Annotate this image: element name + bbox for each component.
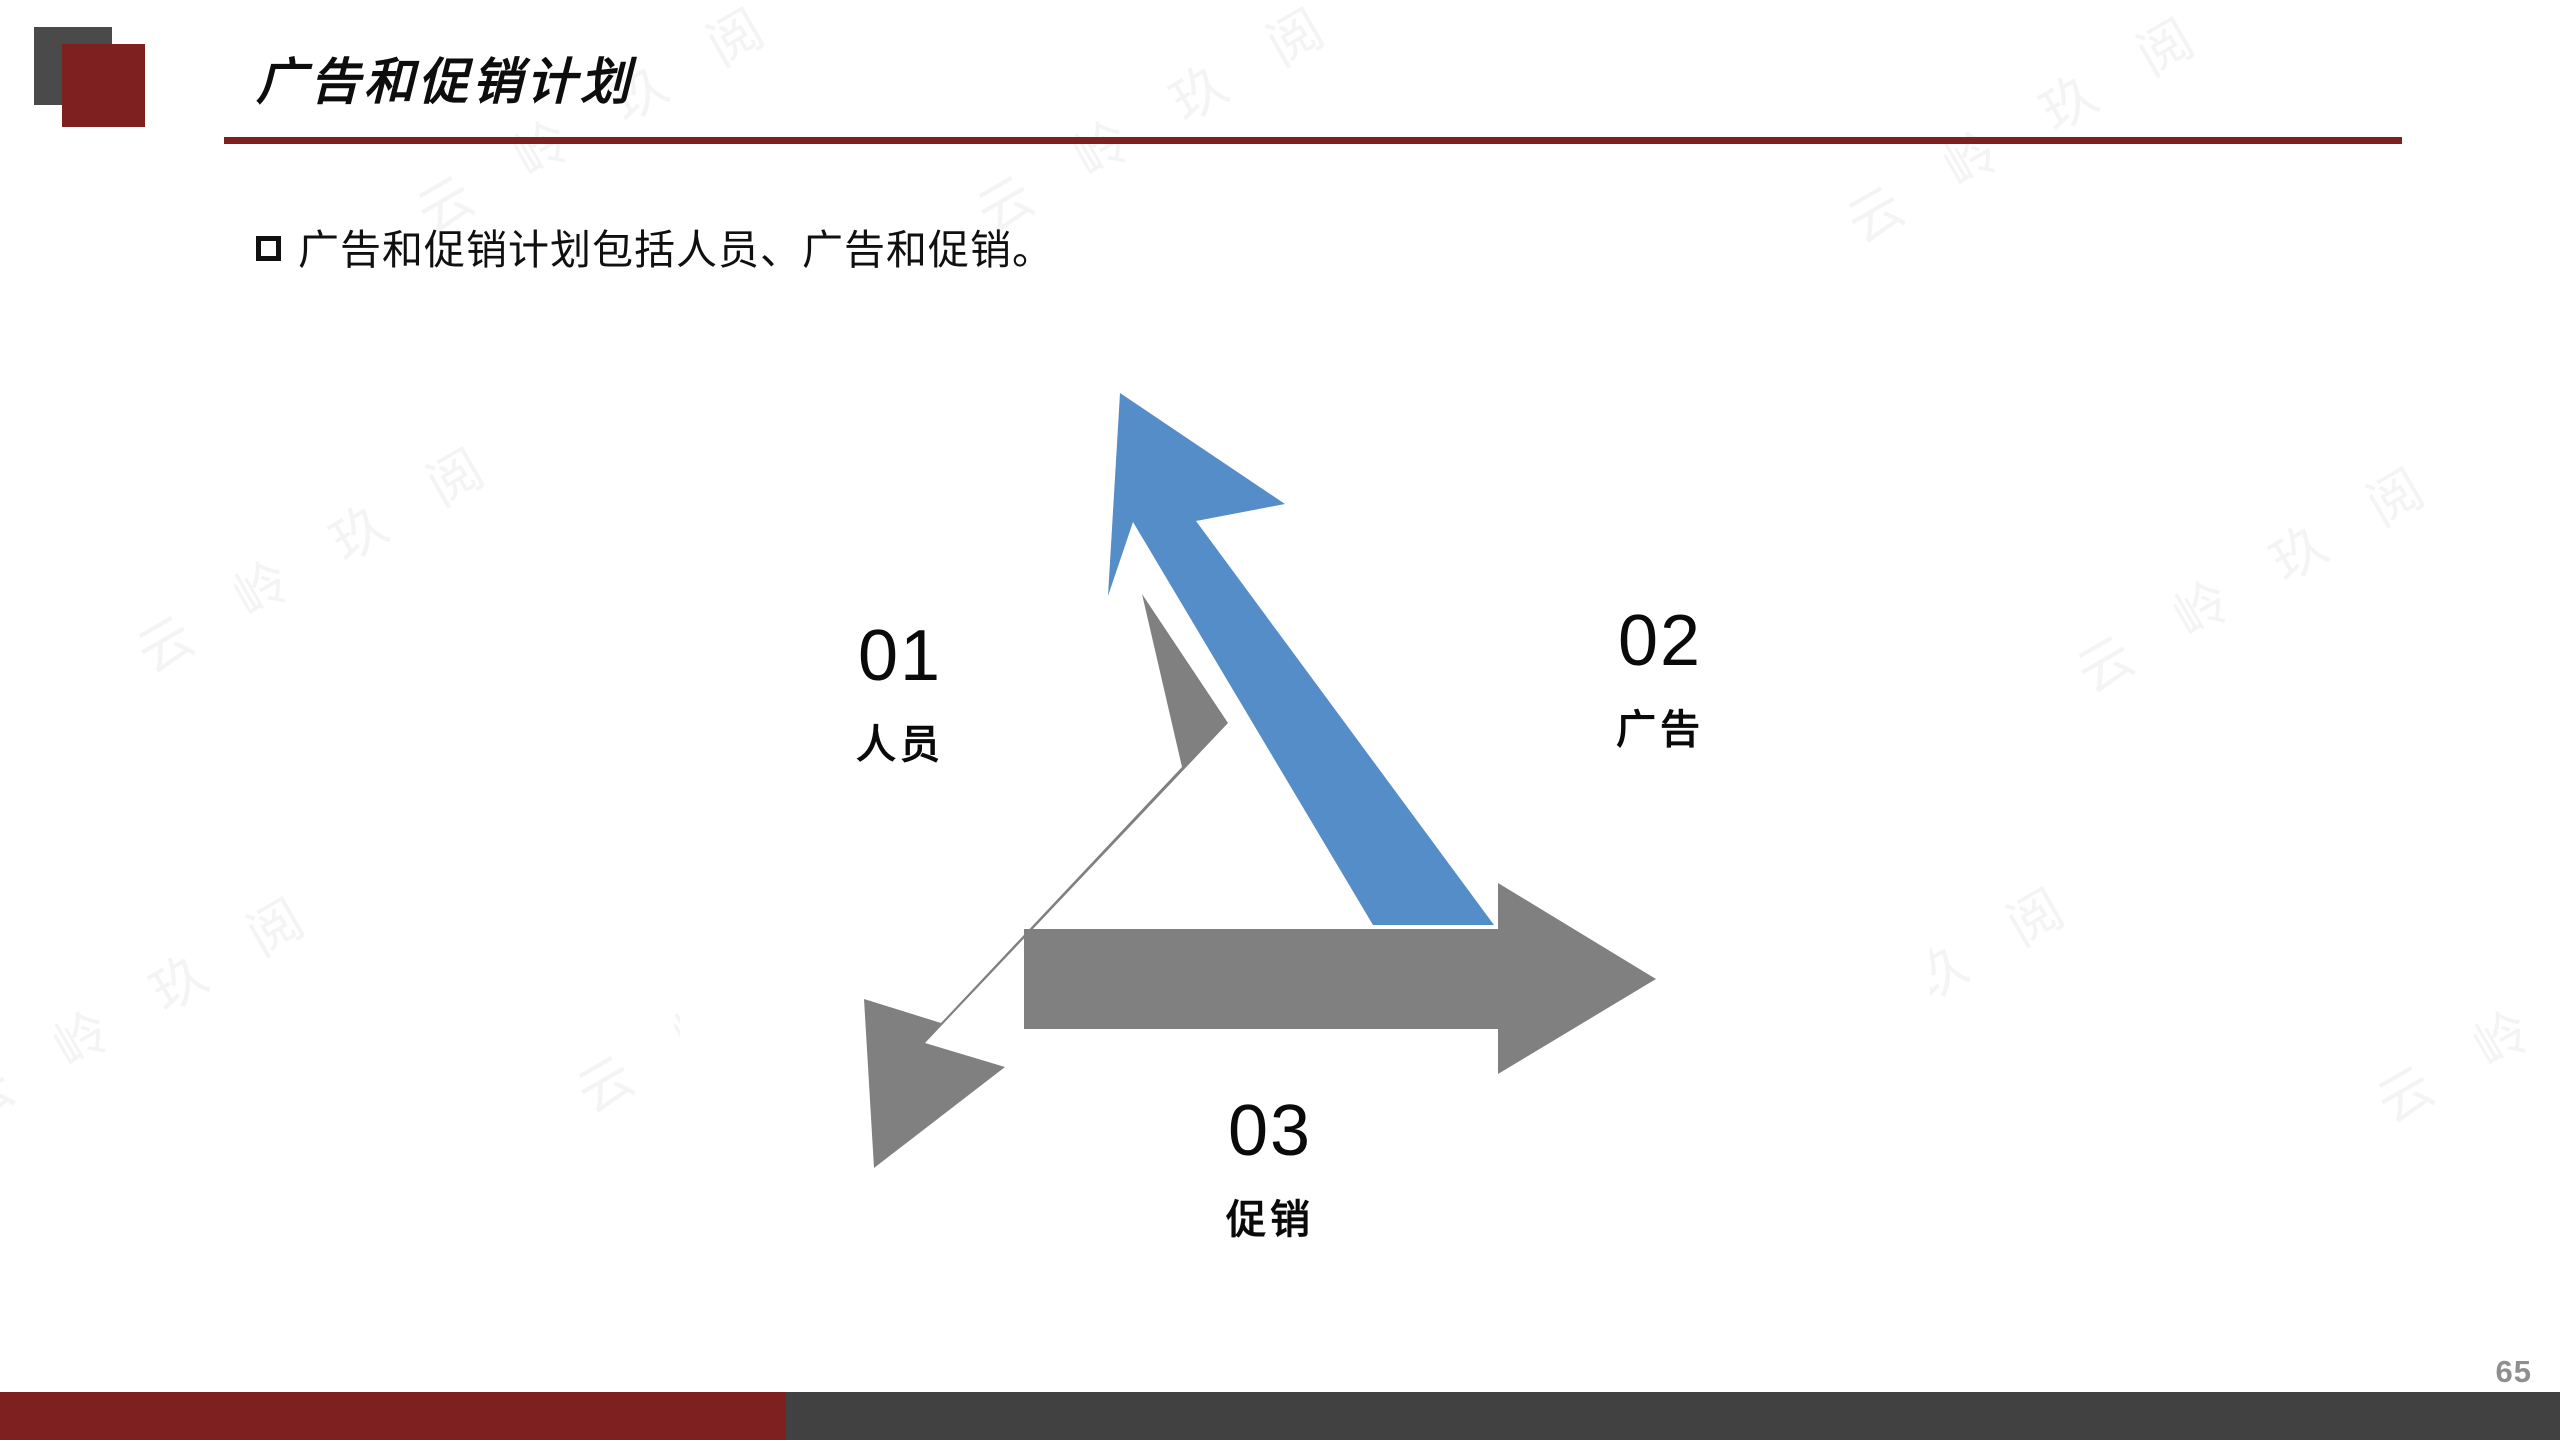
page-title: 广告和促销计划: [256, 54, 634, 110]
title-underline-rule: [224, 137, 2402, 144]
watermark-text: 云 岭 玖 阅: [1837, 0, 2224, 255]
watermark-text: 云 岭 玖 阅: [0, 877, 334, 1135]
step-name-01: 人员: [856, 722, 944, 767]
step-name-02: 广告: [1616, 707, 1704, 752]
watermark-text: 云 岭 玖 阅: [2367, 878, 2560, 1135]
hollow-square-bullet-icon: [256, 235, 281, 261]
footer-bar-red: [0, 1392, 786, 1440]
step-label-02: 02 广告: [1560, 605, 1760, 750]
watermark-text: 云 岭 玖 阅: [407, 0, 794, 245]
bullet-item-text: 广告和促销计划包括人员、广告和促销。: [298, 227, 1054, 273]
step-number-02: 02: [1617, 601, 1703, 681]
step-number-03: 03: [1227, 1091, 1313, 1171]
watermark-text: 云 岭 玖 阅: [127, 427, 514, 685]
bullet-list-item: 广告和促销计划包括人员、广告和促销。: [256, 216, 1054, 276]
header-decoration-square-red: [62, 44, 145, 127]
footer-bar: [0, 1392, 2560, 1440]
step-name-03: 促销: [1226, 1197, 1314, 1242]
slide-canvas: 云 岭 玖 阅 云 岭 玖 阅 云 岭 玖 阅 云 岭 玖 阅 云 岭 玖 阅 …: [0, 0, 2560, 1440]
watermark-text: 云 岭 玖 阅: [2067, 447, 2454, 705]
step-number-01: 01: [857, 616, 943, 696]
page-number: 65: [2495, 1354, 2532, 1389]
step-label-01: 01 人员: [800, 620, 1000, 765]
footer-bar-gray: [786, 1392, 2560, 1440]
step-label-03: 03 促销: [1170, 1095, 1370, 1240]
watermark-text: 云 岭 玖 阅: [967, 0, 1354, 245]
